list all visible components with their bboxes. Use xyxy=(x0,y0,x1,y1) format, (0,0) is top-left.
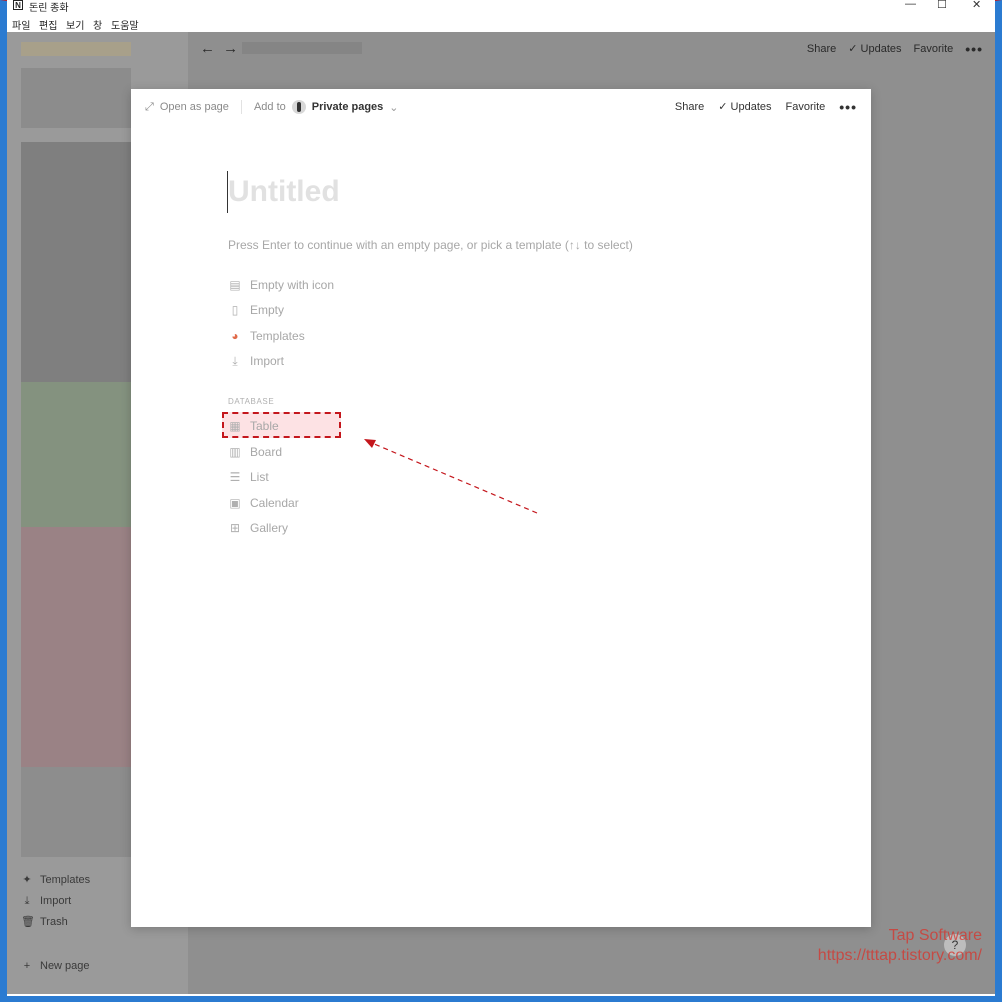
divider xyxy=(240,100,242,114)
menu-window[interactable]: 창 xyxy=(93,17,102,32)
option-gallery[interactable]: ⊞ Gallery xyxy=(228,518,288,538)
modal-share-button[interactable]: Share xyxy=(675,101,704,113)
check-icon: ✓ xyxy=(848,43,861,55)
plus-icon: + xyxy=(23,960,31,972)
table-icon: ▦ xyxy=(229,419,241,433)
back-arrow-icon[interactable]: ← xyxy=(200,40,215,57)
board-icon: ▥ xyxy=(229,445,241,459)
blurred-sidebar-block xyxy=(21,527,131,767)
templates-icon: ◕ xyxy=(231,329,239,343)
option-table[interactable]: ▦ Table xyxy=(228,416,278,436)
blurred-breadcrumb xyxy=(242,42,362,54)
topbar-actions: Share ✓ Updates Favorite ••• xyxy=(807,42,983,56)
menu-file[interactable]: 파일 xyxy=(12,17,30,32)
trash-icon: 🗑 xyxy=(21,916,35,928)
modal-updates-button[interactable]: ✓ Updates xyxy=(718,100,771,113)
import-icon: ⤓ xyxy=(232,353,238,368)
check-icon: ✓ xyxy=(718,101,731,113)
private-pages-icon xyxy=(291,100,306,114)
menu-edit[interactable]: 편집 xyxy=(39,17,57,32)
forward-arrow-icon[interactable]: → xyxy=(223,40,238,57)
menu-help[interactable]: 도움말 xyxy=(111,17,139,32)
minimize-button[interactable]: — xyxy=(905,0,916,10)
document-icon: ▯ xyxy=(231,303,239,317)
blurred-sidebar-block xyxy=(21,382,131,527)
menu-view[interactable]: 보기 xyxy=(66,17,84,32)
sidebar-import[interactable]: ⤓ Import xyxy=(21,892,72,910)
watermark-line-2: https://tttap.tistory.com/ xyxy=(817,947,982,964)
favorite-button[interactable]: Favorite xyxy=(914,43,954,55)
workspace-switcher[interactable] xyxy=(21,42,131,56)
option-empty-with-icon[interactable]: ▤ Empty with icon xyxy=(228,275,334,295)
template-hint: Press Enter to continue with an empty pa… xyxy=(228,238,633,252)
new-page-button[interactable]: + New page xyxy=(21,957,90,975)
maximize-button[interactable]: ☐ xyxy=(937,0,947,11)
option-calendar[interactable]: ▣ Calendar xyxy=(228,493,298,513)
option-empty[interactable]: ▯ Empty xyxy=(228,300,284,320)
watermark-line-1: Tap Software xyxy=(888,927,982,944)
list-icon: ☰ xyxy=(229,470,241,484)
menu-bar: 파일 편집 보기 창 도움말 xyxy=(7,14,995,32)
private-pages-selector[interactable]: Private pages xyxy=(312,101,384,113)
database-section-label: DATABASE xyxy=(228,397,275,406)
notion-logo-icon: N xyxy=(13,0,23,10)
modal-header: ⤢ Open as page Add to Private pages ⌄ Sh… xyxy=(131,89,871,125)
option-templates[interactable]: ◕ Templates xyxy=(228,326,304,346)
more-icon[interactable]: ••• xyxy=(839,100,857,114)
more-icon[interactable]: ••• xyxy=(965,42,983,56)
page-title-input[interactable]: Untitled xyxy=(228,175,340,209)
import-icon: ⤓ xyxy=(24,895,30,907)
share-button[interactable]: Share xyxy=(807,43,836,55)
option-board[interactable]: ▥ Board xyxy=(228,442,282,462)
chevron-down-icon: ⌄ xyxy=(389,101,399,114)
title-bar: N 돈린 종화 — ☐ ✕ xyxy=(7,0,995,14)
blurred-sidebar-block xyxy=(21,68,131,128)
document-lines-icon: ▤ xyxy=(229,278,241,292)
open-as-page-button[interactable]: Open as page xyxy=(160,101,229,113)
blurred-sidebar-block xyxy=(21,142,131,382)
blurred-sidebar-block xyxy=(21,767,131,857)
add-to-label: Add to xyxy=(253,101,286,113)
gallery-icon: ⊞ xyxy=(229,521,241,535)
option-import[interactable]: ⤓ Import xyxy=(228,351,284,371)
calendar-icon: ▣ xyxy=(229,496,241,510)
close-button[interactable]: ✕ xyxy=(972,0,981,11)
sidebar-templates[interactable]: ✦ Templates xyxy=(21,871,90,889)
updates-button[interactable]: ✓ Updates xyxy=(848,42,901,55)
notion-app: ✦ Templates ⤓ Import 🗑 Trash + New page ← → … xyxy=(7,32,995,994)
option-list[interactable]: ☰ List xyxy=(228,467,269,487)
modal-favorite-button[interactable]: Favorite xyxy=(786,101,826,113)
templates-icon: ✦ xyxy=(22,874,32,886)
expand-icon: ⤢ xyxy=(145,100,154,113)
nav-arrows: ← → xyxy=(200,40,362,57)
page-peek-modal: ⤢ Open as page Add to Private pages ⌄ Sh… xyxy=(131,89,871,927)
window-title: 돈린 종화 xyxy=(29,3,69,14)
sidebar-trash[interactable]: 🗑 Trash xyxy=(21,913,68,931)
